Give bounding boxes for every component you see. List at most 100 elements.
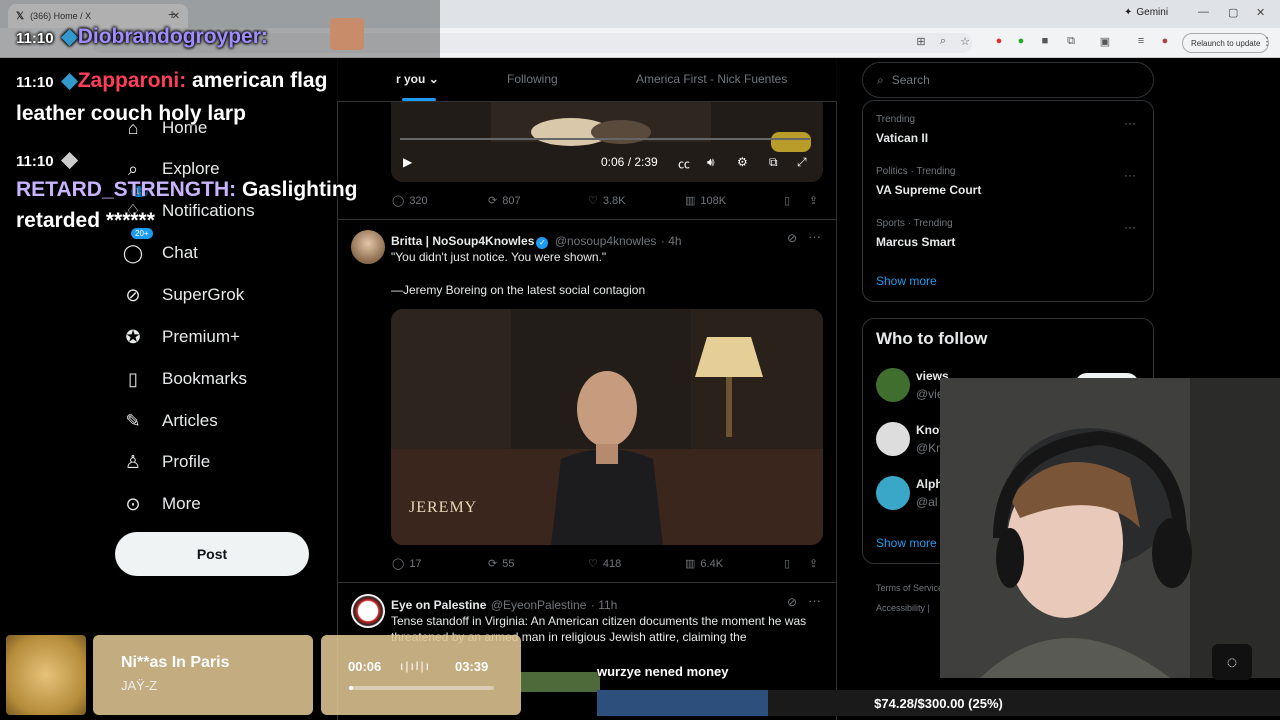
volume-icon[interactable]: 🔊︎	[707, 155, 715, 170]
bookmark-icon[interactable]: ▯	[784, 557, 790, 570]
repost-button[interactable]: ⟳ 55	[488, 557, 514, 571]
footer-link[interactable]: Accessibility |	[876, 603, 930, 613]
avatar[interactable]	[876, 422, 910, 456]
more-options-icon[interactable]: ···	[808, 229, 821, 244]
search-box[interactable]: ⌕ Search	[862, 62, 1154, 98]
trend-category: Politics · Trending	[876, 166, 956, 177]
author-handle[interactable]: @nosoup4knowles	[555, 234, 657, 248]
play-icon[interactable]: ▶	[403, 155, 412, 169]
playback-panel	[321, 635, 521, 715]
chat-message: 11:10 ◆	[16, 147, 78, 172]
author-name[interactable]: Britta | NoSoup4Knowles	[391, 234, 534, 248]
divider	[337, 219, 837, 220]
chat-text: retarded ******	[16, 209, 155, 232]
author-name[interactable]: Eye on Palestine	[391, 598, 486, 612]
trend-item[interactable]: Marcus Smart	[876, 235, 955, 249]
tab-america-first[interactable]: America First - Nick Fuentes	[636, 72, 787, 86]
waveform-icon: ı|ıl|ı	[400, 659, 431, 673]
suggestion-handle[interactable]: @al	[916, 495, 938, 509]
bookmark-star-icon[interactable]: ☆	[958, 35, 972, 48]
profile-avatar-icon[interactable]: ●	[1158, 35, 1172, 47]
more-icon: ⊙	[125, 493, 141, 514]
captions-icon[interactable]: ㏄	[678, 155, 690, 172]
tweet-age[interactable]: · 4h	[661, 234, 682, 248]
reply-button[interactable]: ◯ 320	[392, 194, 428, 208]
share-icon[interactable]: ⇪	[809, 557, 818, 570]
show-more-link[interactable]: Show more	[876, 274, 937, 288]
sidebar-item-profile[interactable]: ♙ Profile	[120, 445, 210, 479]
reply-icon: ◯	[392, 558, 405, 570]
reply-button[interactable]: ◯ 17	[392, 557, 422, 571]
trend-category: Trending	[876, 114, 916, 125]
reply-count: 17	[409, 557, 422, 570]
show-more-link[interactable]: Show more	[876, 536, 937, 550]
video-player[interactable]	[391, 102, 823, 182]
reading-list-icon[interactable]: ≡	[1134, 35, 1148, 47]
gemini-label: Gemini	[1136, 7, 1169, 18]
restore-icon[interactable]: ▢	[1228, 6, 1238, 19]
footer-link[interactable]: Terms of Service	[876, 583, 943, 593]
avatar[interactable]	[876, 476, 910, 510]
bookmark-icon[interactable]: ▯	[784, 194, 790, 207]
gemini-button[interactable]: ✦ Gemini	[1124, 7, 1168, 18]
sidebar-item-label: Bookmarks	[162, 369, 248, 388]
repost-button[interactable]: ⟳ 807	[488, 194, 521, 208]
video-progress[interactable]	[400, 138, 810, 140]
view-count: 6.4K	[700, 557, 724, 570]
fullscreen-icon[interactable]: ⤢	[797, 155, 807, 170]
extension-icon[interactable]: ●	[1014, 35, 1028, 47]
relaunch-button[interactable]: Relaunch to update	[1182, 33, 1270, 53]
window-close-icon[interactable]: ✕	[1256, 6, 1265, 19]
pip-icon[interactable]: ⧉	[769, 155, 778, 170]
avatar[interactable]	[876, 368, 910, 402]
premium-icon: ✪	[125, 326, 141, 347]
divider	[337, 582, 837, 583]
trend-item[interactable]: VA Supreme Court	[876, 183, 981, 197]
sidebar-item-label: Notifications	[162, 201, 255, 220]
zoom-icon[interactable]: ⌕	[936, 35, 950, 48]
more-options-icon[interactable]: ···	[1124, 220, 1136, 234]
gemini-icon: ✦	[1124, 7, 1133, 18]
grok-icon: ⊘	[125, 284, 141, 305]
sidebar-item-premium-[interactable]: ✪ Premium+	[120, 320, 239, 354]
install-icon[interactable]: ⊞	[914, 35, 928, 48]
views-button[interactable]: ▥ 6.4K	[685, 557, 724, 571]
like-button[interactable]: ♡ 3.8K	[588, 194, 626, 208]
repost-count: 807	[502, 194, 521, 207]
sidepanel-icon[interactable]: ▣	[1098, 35, 1112, 48]
extension-icon[interactable]: ●	[992, 35, 1006, 47]
views-button[interactable]: ▥ 108K	[685, 194, 726, 208]
tweet-text: "You didn't just notice. You were shown.…	[391, 250, 607, 264]
chat-bubble-icon[interactable]: ◌	[1212, 644, 1252, 680]
video-player[interactable]: JEREMY	[391, 309, 823, 545]
tweet-media[interactable]	[520, 672, 600, 692]
tab-following[interactable]: Following	[507, 72, 558, 86]
avatar[interactable]	[351, 230, 385, 264]
heart-icon: ♡	[588, 195, 598, 207]
chat-message: 11:10 ◆Zapparoni: american flag	[16, 68, 327, 93]
trend-item[interactable]: Vatican II	[876, 131, 928, 145]
tab-for-you[interactable]: r you ⌄	[396, 72, 439, 86]
sidebar-item-articles[interactable]: ✎ Articles	[120, 404, 217, 438]
more-options-icon[interactable]: ···	[1124, 168, 1136, 182]
avatar[interactable]	[351, 594, 385, 628]
kebab-menu-icon[interactable]: ⋮	[1260, 35, 1274, 48]
minimize-icon[interactable]: —	[1198, 6, 1209, 18]
share-icon[interactable]: ⇪	[809, 194, 818, 207]
extension-icon[interactable]: ■	[1038, 35, 1052, 47]
sidebar-item-bookmarks[interactable]: ▯ Bookmarks	[120, 362, 247, 396]
sidebar-item-more[interactable]: ⊙ More	[120, 487, 200, 521]
author-handle[interactable]: @EyeonPalestine	[491, 598, 587, 612]
sidebar-item-supergrok[interactable]: ⊘ SuperGrok	[120, 278, 244, 312]
tweet-age[interactable]: · 11h	[591, 598, 617, 612]
more-options-icon[interactable]: ···	[808, 593, 821, 608]
grok-icon[interactable]: ⊘	[787, 231, 797, 245]
settings-icon[interactable]: ⚙	[737, 155, 748, 169]
chat-message: leather couch holy larp	[16, 102, 246, 126]
post-button[interactable]: Post	[115, 532, 309, 576]
extensions-puzzle-icon[interactable]: ⧉	[1064, 35, 1078, 48]
more-options-icon[interactable]: ···	[1124, 116, 1136, 130]
like-button[interactable]: ♡ 418	[588, 557, 621, 571]
grok-icon[interactable]: ⊘	[787, 595, 797, 609]
sidebar-item-chat[interactable]: ◯ Chat	[120, 236, 198, 270]
